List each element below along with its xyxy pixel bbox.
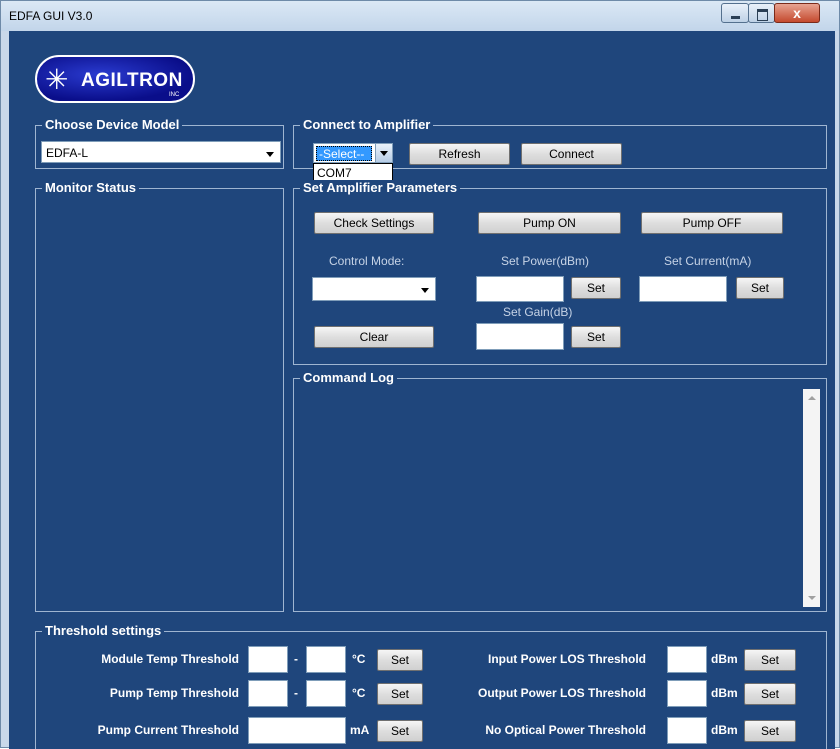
device-model-title: Choose Device Model bbox=[42, 117, 183, 132]
port-select-value: -Select-- bbox=[316, 146, 372, 161]
command-log-scrollbar[interactable] bbox=[803, 389, 820, 607]
port-option-com7[interactable]: COM7 bbox=[317, 166, 352, 180]
set-power-button[interactable]: Set bbox=[571, 277, 621, 299]
set-gain-button[interactable]: Set bbox=[571, 326, 621, 348]
logo-star-icon: ✳ bbox=[45, 64, 69, 95]
no-optical-label: No Optical Power Threshold bbox=[485, 723, 646, 737]
logo-brand: AGILTRON bbox=[81, 70, 183, 91]
no-optical-set-button[interactable]: Set bbox=[744, 720, 796, 742]
scroll-up-icon[interactable] bbox=[808, 396, 816, 400]
monitor-status-group: Monitor Status bbox=[35, 180, 284, 612]
device-model-select[interactable]: EDFA-L bbox=[41, 141, 281, 163]
pump-on-button[interactable]: Pump ON bbox=[478, 212, 621, 234]
module-temp-min-input[interactable] bbox=[248, 646, 288, 673]
pump-current-label: Pump Current Threshold bbox=[97, 723, 239, 737]
set-power-input[interactable] bbox=[476, 276, 564, 302]
pump-current-input[interactable] bbox=[248, 717, 346, 744]
command-log-title: Command Log bbox=[300, 370, 397, 385]
content: ✳ AGILTRON INC Choose Device Model EDFA-… bbox=[1, 1, 840, 749]
module-temp-set-button[interactable]: Set bbox=[377, 649, 423, 671]
pump-off-button[interactable]: Pump OFF bbox=[641, 212, 783, 234]
clear-button[interactable]: Clear bbox=[314, 326, 434, 348]
monitor-status-title: Monitor Status bbox=[42, 180, 139, 195]
set-gain-input[interactable] bbox=[476, 323, 564, 350]
device-model-value: EDFA-L bbox=[46, 146, 89, 160]
client-area: ✳ AGILTRON INC Choose Device Model EDFA-… bbox=[9, 31, 835, 749]
chevron-down-icon bbox=[421, 288, 429, 293]
no-optical-input[interactable] bbox=[667, 717, 707, 744]
chevron-down-icon bbox=[266, 152, 274, 157]
chevron-down-icon[interactable] bbox=[375, 144, 392, 162]
output-los-label: Output Power LOS Threshold bbox=[478, 686, 646, 700]
output-los-set-button[interactable]: Set bbox=[744, 683, 796, 705]
no-optical-unit: dBm bbox=[711, 723, 738, 737]
module-temp-label: Module Temp Threshold bbox=[101, 652, 239, 666]
pump-current-set-button[interactable]: Set bbox=[377, 720, 423, 742]
set-current-label: Set Current(mA) bbox=[664, 254, 752, 268]
module-temp-dash: - bbox=[294, 652, 298, 666]
set-power-label: Set Power(dBm) bbox=[501, 254, 590, 268]
port-dropdown-list: COM7 bbox=[313, 163, 393, 181]
command-log-area[interactable] bbox=[309, 391, 825, 611]
pump-temp-min-input[interactable] bbox=[248, 680, 288, 707]
output-los-input[interactable] bbox=[667, 680, 707, 707]
input-los-set-button[interactable]: Set bbox=[744, 649, 796, 671]
scroll-down-icon[interactable] bbox=[808, 596, 816, 600]
input-los-input[interactable] bbox=[667, 646, 707, 673]
pump-temp-label: Pump Temp Threshold bbox=[109, 686, 239, 700]
threshold-title: Threshold settings bbox=[42, 623, 165, 638]
refresh-button[interactable]: Refresh bbox=[409, 143, 510, 165]
output-los-unit: dBm bbox=[711, 686, 738, 700]
pump-temp-dash: - bbox=[294, 686, 298, 700]
set-gain-label: Set Gain(dB) bbox=[503, 305, 573, 319]
logo-suffix: INC bbox=[169, 92, 180, 98]
pump-temp-max-input[interactable] bbox=[306, 680, 346, 707]
module-temp-max-input[interactable] bbox=[306, 646, 346, 673]
agiltron-logo: ✳ AGILTRON INC bbox=[35, 55, 195, 103]
port-select[interactable]: -Select-- bbox=[313, 143, 393, 163]
input-los-label: Input Power LOS Threshold bbox=[487, 652, 646, 666]
pump-temp-set-button[interactable]: Set bbox=[377, 683, 423, 705]
connect-title: Connect to Amplifier bbox=[300, 117, 434, 132]
set-current-button[interactable]: Set bbox=[736, 277, 784, 299]
amplifier-params-title: Set Amplifier Parameters bbox=[300, 180, 461, 195]
input-los-unit: dBm bbox=[711, 652, 738, 666]
control-mode-select[interactable] bbox=[312, 277, 436, 301]
pump-current-unit: mA bbox=[350, 723, 370, 737]
pump-temp-unit: °C bbox=[352, 686, 366, 700]
connect-button[interactable]: Connect bbox=[521, 143, 622, 165]
set-current-input[interactable] bbox=[639, 276, 727, 302]
check-settings-button[interactable]: Check Settings bbox=[314, 212, 434, 234]
control-mode-label: Control Mode: bbox=[329, 254, 405, 268]
module-temp-unit: °C bbox=[352, 652, 366, 666]
app-window: EDFA GUI V3.0 x ✳ AGILTRON INC Choose De… bbox=[0, 0, 840, 749]
